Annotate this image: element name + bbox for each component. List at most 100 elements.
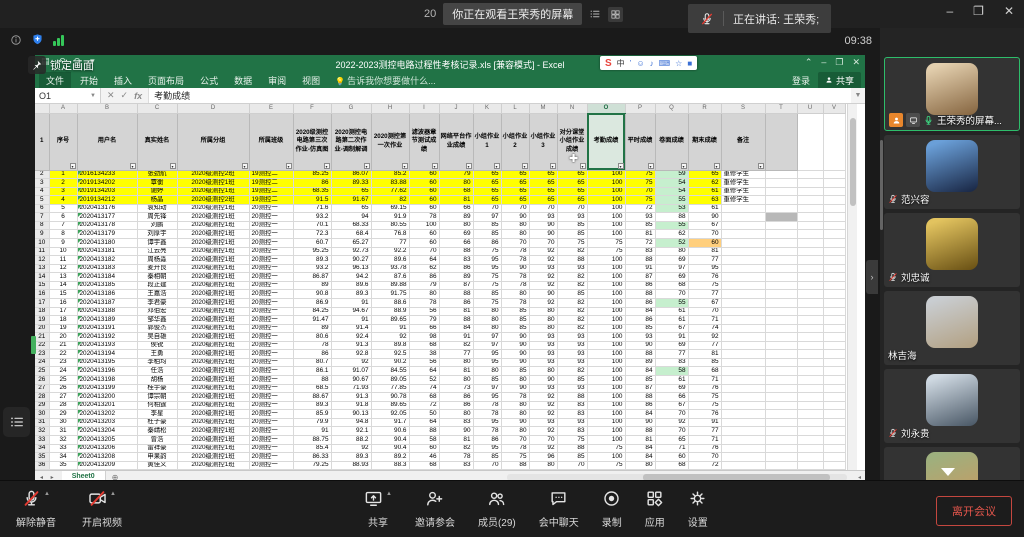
cell[interactable] xyxy=(721,461,765,470)
row-header-17[interactable]: 17 xyxy=(35,298,49,307)
cell[interactable]: 2020413209 xyxy=(77,461,137,470)
cell[interactable]: 83 xyxy=(557,410,587,419)
spreadsheet-grid[interactable]: ABCDEFGHIJKLMNOPQRSTUV1序号▾用户名▾真实姓名▾所属分组▾… xyxy=(35,104,865,470)
cell[interactable]: 刘鹏 xyxy=(137,221,177,230)
cell[interactable]: 70 xyxy=(501,204,529,213)
cell[interactable]: 邓伯宏 xyxy=(137,307,177,316)
field-header[interactable]: 小组作业3▾ xyxy=(529,113,557,170)
cell[interactable] xyxy=(765,221,797,230)
cell[interactable] xyxy=(765,204,797,213)
cell[interactable]: 91.9 xyxy=(371,213,409,222)
cell[interactable]: 82 xyxy=(439,341,473,350)
cell[interactable]: 35 xyxy=(49,461,77,470)
cell[interactable]: 90 xyxy=(501,358,529,367)
cell[interactable]: 张劲航 xyxy=(137,170,177,179)
column-header-J[interactable]: J xyxy=(439,104,473,113)
cell[interactable]: 87 xyxy=(625,384,655,393)
cell[interactable]: 2020级测控1班 xyxy=(177,307,249,316)
cell[interactable]: 65 xyxy=(501,196,529,205)
cell[interactable] xyxy=(721,367,765,376)
ribbon-tab-6[interactable]: 数据 xyxy=(227,72,259,89)
cell[interactable] xyxy=(765,196,797,205)
cell[interactable]: 92 xyxy=(331,444,371,453)
cell[interactable]: 75 xyxy=(501,453,529,462)
cell[interactable]: 8 xyxy=(49,230,77,239)
cell[interactable]: 68.4 xyxy=(331,230,371,239)
cell[interactable]: 92 xyxy=(529,410,557,419)
cell[interactable]: 90 xyxy=(529,221,557,230)
cell[interactable] xyxy=(765,384,797,393)
cell[interactable] xyxy=(721,213,765,222)
cell[interactable]: 95 xyxy=(473,358,501,367)
cell[interactable]: 94.2 xyxy=(331,273,371,282)
cell[interactable]: 2020级测控1班 xyxy=(177,316,249,325)
cell[interactable] xyxy=(765,247,797,256)
cell[interactable]: 92 xyxy=(529,444,557,453)
field-header[interactable]: 序号▾ xyxy=(49,113,77,170)
cell[interactable]: 83 xyxy=(625,247,655,256)
cell[interactable]: 84 xyxy=(625,453,655,462)
cell[interactable]: 90.2 xyxy=(371,358,409,367)
cell[interactable]: 75 xyxy=(557,239,587,248)
cell[interactable] xyxy=(765,324,797,333)
cell[interactable]: 89 xyxy=(439,213,473,222)
cell[interactable]: 2020413188 xyxy=(77,307,137,316)
cell[interactable]: 90.4 xyxy=(371,435,409,444)
cell[interactable]: 75 xyxy=(688,281,721,290)
cell[interactable]: 67 xyxy=(655,401,688,410)
cell[interactable]: 60 xyxy=(409,179,439,188)
cell[interactable]: 82 xyxy=(557,273,587,282)
cell[interactable]: 李柏均 xyxy=(137,358,177,367)
ribbon-tab-8[interactable]: 视图 xyxy=(295,72,327,89)
cell[interactable]: 2020级测控1班 xyxy=(177,350,249,359)
cell[interactable]: 58 xyxy=(409,435,439,444)
filter-dropdown-icon[interactable]: ▾ xyxy=(618,163,624,169)
cell[interactable]: 2020413183 xyxy=(77,264,137,273)
cell[interactable]: 87.6 xyxy=(371,273,409,282)
cell[interactable]: 80 xyxy=(439,221,473,230)
row-header-19[interactable]: 19 xyxy=(35,316,49,325)
cell[interactable]: 2020级测控1班 xyxy=(177,290,249,299)
cell[interactable]: 20测控一 xyxy=(249,290,293,299)
cell[interactable]: 76.8 xyxy=(371,230,409,239)
participant-tile[interactable]: 林吉海 xyxy=(884,291,1020,365)
cell[interactable]: 95 xyxy=(473,418,501,427)
cell[interactable]: 80 xyxy=(501,376,529,385)
ribbon-tab-5[interactable]: 公式 xyxy=(193,72,225,89)
cell[interactable]: 65 xyxy=(501,187,529,196)
cell[interactable]: 78 xyxy=(439,453,473,462)
cell[interactable]: 2020413192 xyxy=(77,333,137,342)
cell[interactable]: 2020413198 xyxy=(77,376,137,385)
cell[interactable]: 95 xyxy=(473,444,501,453)
cell[interactable]: 89 xyxy=(293,324,331,333)
cell[interactable]: 100 xyxy=(587,256,625,265)
cell[interactable]: 100 xyxy=(587,204,625,213)
cell[interactable]: 20测控一 xyxy=(249,281,293,290)
cell[interactable] xyxy=(721,230,765,239)
cell[interactable]: 86 xyxy=(473,239,501,248)
cell[interactable]: 90 xyxy=(501,333,529,342)
cell[interactable]: 93 xyxy=(557,333,587,342)
cell[interactable]: 83 xyxy=(557,427,587,436)
cell[interactable]: 89.3 xyxy=(293,401,331,410)
cell[interactable]: 91.67 xyxy=(331,196,371,205)
cell[interactable]: 86 xyxy=(625,281,655,290)
cell[interactable]: 85 xyxy=(473,453,501,462)
cell[interactable]: 88 xyxy=(439,316,473,325)
cell[interactable]: 20测控一 xyxy=(249,256,293,265)
cell[interactable]: 77 xyxy=(688,341,721,350)
confirm-entry-icon[interactable]: ✓ xyxy=(121,90,129,101)
column-header-B[interactable]: B xyxy=(77,104,137,113)
cell[interactable] xyxy=(721,204,765,213)
cell[interactable] xyxy=(765,273,797,282)
cell[interactable]: 70 xyxy=(409,247,439,256)
cell[interactable]: 2020级测控1班 xyxy=(177,221,249,230)
cell[interactable]: 79.25 xyxy=(293,461,331,470)
cell[interactable]: 61 xyxy=(688,187,721,196)
cell[interactable]: 80 xyxy=(473,367,501,376)
cell[interactable]: 81 xyxy=(688,247,721,256)
cell[interactable]: 86 xyxy=(439,264,473,273)
cell[interactable]: 100 xyxy=(587,376,625,385)
cell[interactable]: 85 xyxy=(557,453,587,462)
cell[interactable]: 2020级测控1班 xyxy=(177,444,249,453)
